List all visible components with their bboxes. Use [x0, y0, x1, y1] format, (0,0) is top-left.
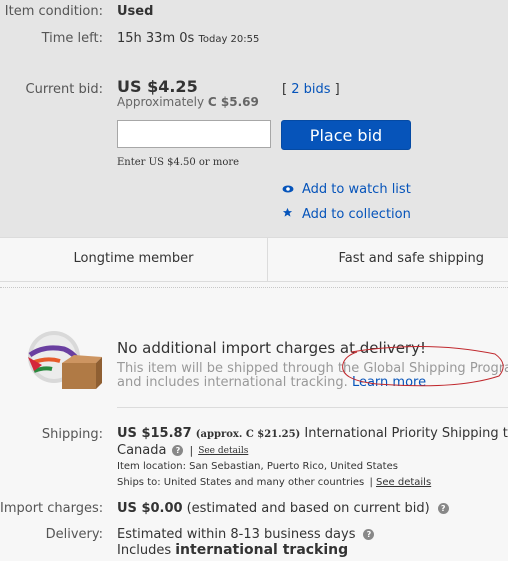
import-charges-note: (estimated and based on current bid) [186, 501, 430, 516]
import-charges-line: US $0.00 (estimated and based on current… [117, 501, 449, 516]
ships-separator: | [369, 477, 373, 488]
includes-prefix: Includes [117, 543, 172, 558]
star-icon [282, 207, 296, 222]
ships-see-details-link[interactable]: See details [376, 477, 431, 488]
shipping-line: US $15.87 (approx. C $21.25) Internation… [117, 426, 508, 441]
separator: | [189, 444, 194, 457]
watch-list-label[interactable]: Add to watch list [302, 182, 411, 197]
bid-amount-input[interactable] [117, 120, 271, 148]
add-to-watch-list[interactable]: Add to watch list [282, 182, 411, 197]
shipping-approx: (approx. C $21.25) [195, 429, 301, 440]
current-bid-amount: US $4.25 [117, 77, 198, 96]
import-charges-label: Import charges: [0, 501, 104, 516]
shipping-destination-line: Canada ? | See details [117, 443, 248, 458]
delivery-label: Delivery: [45, 527, 103, 542]
time-left-label: Time left: [41, 31, 103, 46]
collection-label[interactable]: Add to collection [302, 207, 411, 222]
ships-to-line: Ships to: United States and many other c… [117, 477, 431, 488]
see-details-link[interactable]: See details [198, 446, 248, 456]
bid-hint: Enter US $4.50 or more [117, 157, 240, 168]
annotation-oval [342, 345, 504, 387]
current-bid-label: Current bid: [25, 82, 103, 97]
delivery-estimate-line: Estimated within 8-13 business days ? [117, 527, 375, 542]
question-icon[interactable]: ? [437, 503, 449, 514]
ships-to-text: Ships to: United States and many other c… [117, 477, 365, 488]
section-divider [0, 287, 508, 288]
shipping-divider [117, 407, 508, 408]
delivery-tracking: Includes international tracking [117, 542, 348, 558]
condition-value: Used [117, 4, 154, 19]
place-bid-button[interactable]: Place bid [281, 120, 411, 150]
longtime-member-badge: Longtime member [73, 251, 194, 266]
shipping-price: US $15.87 [117, 426, 192, 441]
fast-shipping-badge: Fast and safe shipping [338, 251, 484, 266]
bids-link[interactable]: 2 bids [291, 82, 330, 97]
shipping-destination: Canada [117, 443, 167, 458]
delivery-estimate: Estimated within 8-13 business days [117, 527, 356, 542]
gsp-line-2-text: and includes international tracking. [117, 375, 348, 390]
bids-bracket-close: ] [334, 82, 340, 97]
question-icon[interactable]: ? [363, 529, 375, 540]
globe-package-icon [24, 327, 102, 393]
time-left-countdown: 15h 33m 0s [117, 31, 195, 46]
shipping-service: International Priority Shipping to [304, 426, 508, 441]
import-charges-value: US $0.00 [117, 501, 183, 516]
condition-label: Item condition: [4, 4, 103, 19]
bids-count: [ 2 bids ] [282, 82, 340, 97]
time-left-value: 15h 33m 0s Today 20:55 [117, 31, 259, 46]
bids-bracket-open: [ [282, 82, 288, 97]
shipping-label: Shipping: [41, 427, 103, 442]
item-location: Item location: San Sebastian, Puerto Ric… [117, 461, 398, 472]
eye-icon [282, 182, 296, 197]
time-left-end: Today 20:55 [198, 34, 260, 45]
approx-prefix: Approximately [117, 95, 205, 109]
approx-value: C $5.69 [207, 95, 259, 109]
add-to-collection[interactable]: Add to collection [282, 207, 411, 222]
approx-bid: Approximately C $5.69 [117, 95, 259, 109]
question-icon[interactable]: ? [172, 445, 184, 456]
includes-tracking: international tracking [175, 542, 349, 558]
shipping-panel [0, 282, 508, 561]
